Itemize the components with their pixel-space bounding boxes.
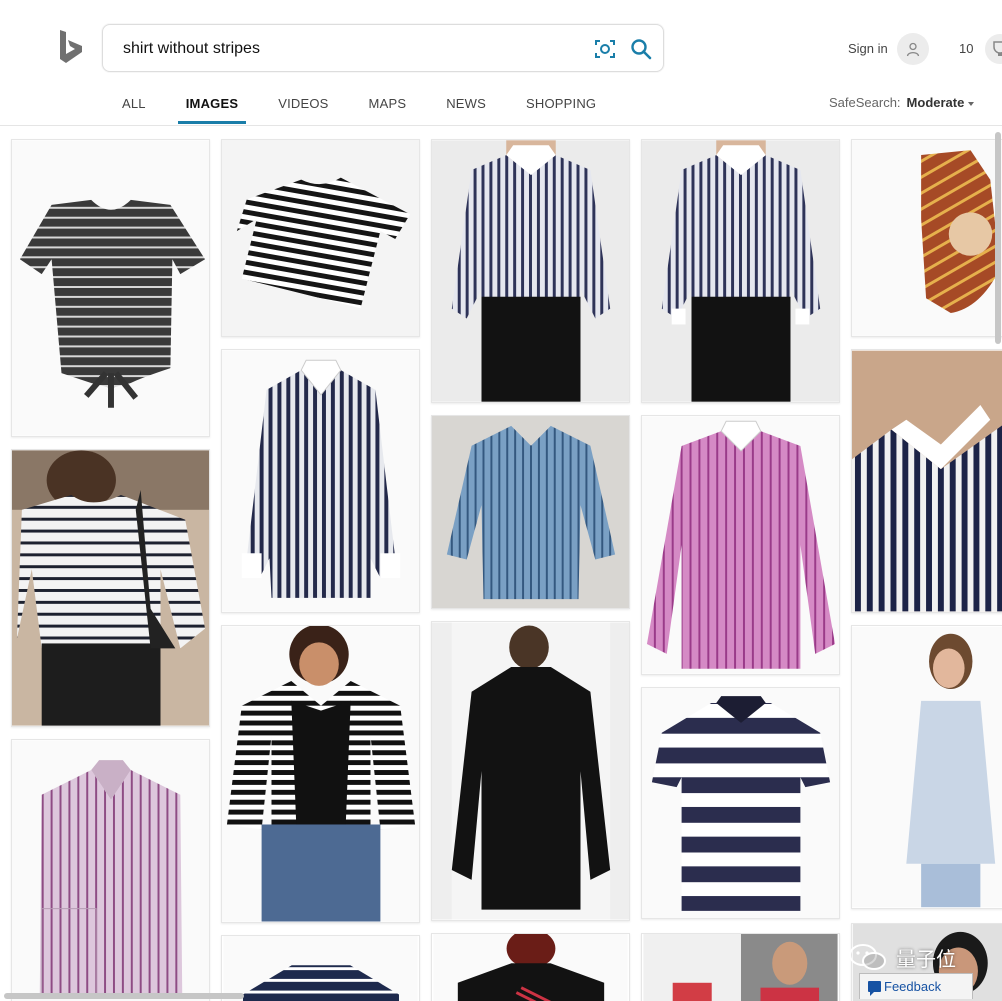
image-result-tile[interactable] [431,415,630,609]
image-result-tile[interactable] [11,139,210,437]
bing-logo-icon[interactable] [58,30,84,64]
feedback-label: Feedback [884,979,942,994]
image-result-tile[interactable] [11,739,210,1001]
vertical-scrollbar-thumb[interactable] [995,132,1001,344]
tab-videos[interactable]: VIDEOS [278,96,328,124]
image-result-tile[interactable] [851,349,1002,613]
rewards-trophy-icon[interactable] [985,34,1002,64]
black-tee-graphic-image [433,934,628,1001]
image-result-tile[interactable] [431,621,630,921]
image-result-tile[interactable] [221,625,420,923]
sign-in-link[interactable]: Sign in [848,41,888,56]
woman-striped-top-image [12,450,209,726]
tab-maps[interactable]: MAPS [369,96,407,124]
horizontal-scrollbar-thumb[interactable] [4,993,244,999]
header-bar: Sign in 10 ALL IMAGES VIDEOS MAPS NEWS S… [0,0,1002,126]
image-result-tile[interactable] [431,933,630,1001]
feedback-button[interactable]: Feedback [859,973,973,999]
man-striped-shirt-white-cuffs-image [642,140,839,402]
search-input[interactable] [123,38,563,60]
search-icon[interactable] [630,38,652,60]
watermark: 量子位 [848,940,956,974]
image-result-tile[interactable] [11,449,210,727]
safesearch-control: SafeSearch: Moderate [829,95,975,110]
safesearch-label: SafeSearch: [829,95,901,110]
avatar-icon[interactable] [897,33,929,65]
tab-shopping[interactable]: SHOPPING [526,96,596,124]
tab-images[interactable]: IMAGES [177,96,247,124]
image-results-grid [0,127,1002,1001]
image-result-tile[interactable] [431,139,630,403]
man-striped-collar-closeup-image [852,350,1002,612]
safesearch-dropdown[interactable]: Moderate [907,95,965,110]
flat-striped-tee-image [222,140,419,336]
chevron-down-icon[interactable] [968,101,975,106]
image-result-tile[interactable] [221,349,420,613]
image-result-tile[interactable] [641,415,840,675]
striped-tie-front-tee-image [12,140,209,436]
vertical-scrollbar[interactable] [994,128,1002,1000]
image-result-tile[interactable] [641,687,840,919]
image-result-tile[interactable] [851,139,1002,337]
rewards-count: 10 [959,41,974,56]
horizontal-scrollbar[interactable] [0,992,1002,1001]
pink-striped-shirt-image [642,416,839,674]
search-box [102,24,664,72]
image-result-tile[interactable] [641,139,840,403]
men-group-photo-image [643,934,838,1001]
watermark-text: 量子位 [896,948,956,971]
feedback-icon [868,981,881,996]
wechat-icon [849,944,886,970]
image-result-tile[interactable] [221,139,420,337]
tab-all[interactable]: ALL [122,96,146,124]
pink-striped-dress-shirt-image [12,740,209,1001]
image-result-tile[interactable] [851,625,1002,909]
woman-striped-blazer-image [222,626,419,922]
orange-striped-tank-image [852,140,1002,336]
user-icon [906,42,920,57]
vertical-nav: ALL IMAGES VIDEOS MAPS NEWS SHOPPING [122,96,636,124]
man-striped-dress-shirt-image [432,140,629,402]
bold-striped-polo-image [642,688,839,918]
image-result-tile[interactable] [641,933,840,1001]
blue-striped-blouse-image [432,416,629,608]
tab-news[interactable]: NEWS [446,96,486,124]
visual-search-icon[interactable] [594,39,616,59]
woman-light-blue-shirt-image [852,626,1002,908]
man-black-dance-shirt-image [432,622,629,920]
navy-striped-white-collar-shirt-image [222,350,419,612]
